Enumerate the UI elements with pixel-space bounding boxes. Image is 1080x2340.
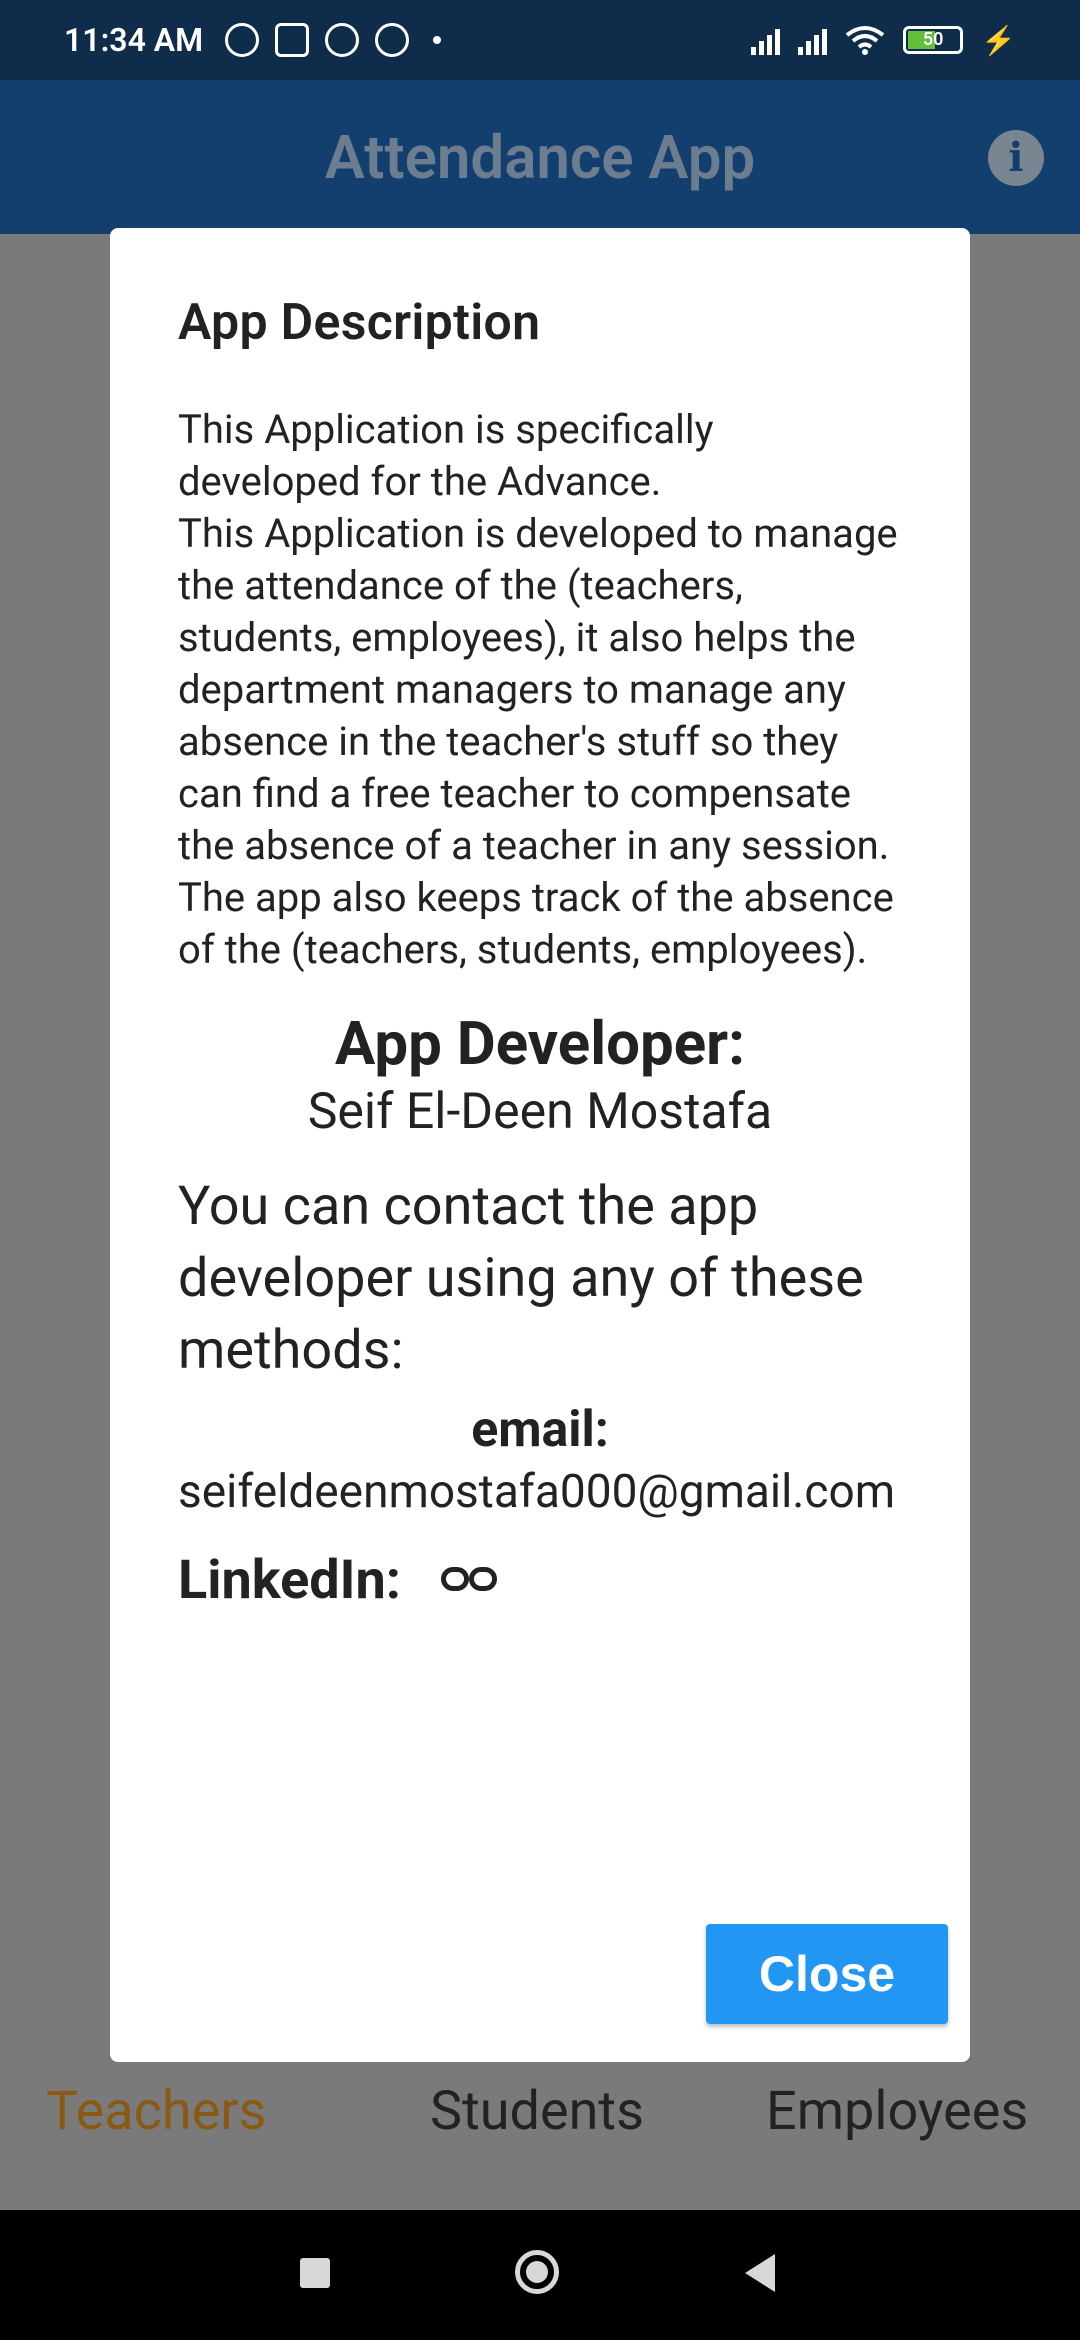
charging-icon: ⚡ — [981, 23, 1016, 57]
linkedin-label: LinkedIn: — [178, 1549, 401, 1612]
link-icon[interactable] — [440, 1564, 497, 1598]
app-title: Attendance App — [324, 121, 756, 193]
notification-icons — [225, 23, 442, 57]
app-bar: Attendance App i — [0, 80, 1080, 234]
at-icon — [375, 23, 410, 57]
nav-item-employees[interactable]: Employees — [766, 2080, 1028, 2143]
nav-item-students[interactable]: Students — [430, 2080, 644, 2143]
wifi-icon — [845, 26, 885, 55]
signal-icon — [751, 25, 781, 55]
close-button[interactable]: Close — [706, 1924, 948, 2024]
recents-icon[interactable] — [300, 2258, 330, 2288]
whatsapp-icon — [325, 23, 360, 57]
email-label: email: — [471, 1401, 609, 1459]
alarm-icon — [225, 23, 260, 57]
battery-level: 50 — [922, 29, 944, 50]
developer-name: Seif El-Deen Mostafa — [307, 1083, 773, 1141]
linkedin-row: LinkedIn: — [178, 1549, 902, 1612]
signal-icon — [798, 25, 828, 55]
info-icon[interactable]: i — [988, 130, 1044, 186]
app-description-dialog: App Description This Application is spec… — [110, 228, 970, 2062]
battery-icon: 50 — [903, 26, 964, 54]
status-bar: 11:34 AM 50 ⚡ — [0, 0, 1080, 80]
developer-email[interactable]: seifeldeenmostafa000@gmail.com — [178, 1463, 902, 1521]
more-notifications-icon — [433, 36, 442, 44]
nav-item-teachers[interactable]: Teachers — [46, 2080, 266, 2143]
developer-label: App Developer: — [335, 1008, 745, 1079]
message-icon — [275, 23, 310, 57]
dialog-title: App Description — [178, 294, 541, 352]
app-description-text: This Application is specifically develop… — [178, 406, 898, 973]
back-icon[interactable] — [745, 2254, 775, 2292]
status-time: 11:34 AM — [64, 21, 204, 59]
contact-instructions: You can contact the app developer using … — [178, 1175, 864, 1382]
system-status-icons: 50 ⚡ — [751, 24, 1016, 57]
system-navigation-bar — [0, 2210, 1080, 2340]
home-icon[interactable] — [515, 2250, 559, 2294]
